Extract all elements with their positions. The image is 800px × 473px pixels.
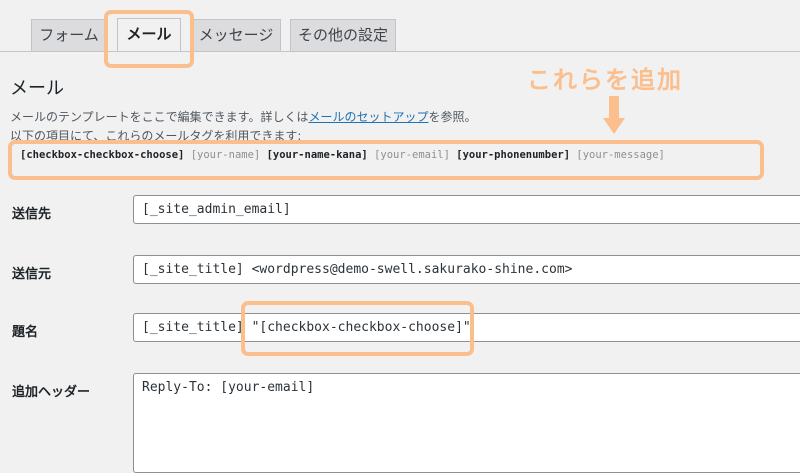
mail-setup-link[interactable]: メールのセットアップ xyxy=(308,110,428,124)
mail-tags-highlight xyxy=(8,140,764,180)
mail-description: メールのテンプレートをここで編集できます。詳しくはメールのセットアップを参照。 xyxy=(10,108,476,125)
additional-headers-label: 追加ヘッダー xyxy=(12,385,91,400)
mail-tab-highlight xyxy=(104,10,194,68)
subject-label: 題名 xyxy=(12,325,39,340)
tab-form[interactable]: フォーム xyxy=(31,19,107,51)
annotation-text: これらを追加 xyxy=(527,66,683,94)
subject-highlight xyxy=(241,301,474,356)
tab-other-settings[interactable]: その他の設定 xyxy=(290,19,396,51)
to-label: 送信先 xyxy=(12,207,52,222)
tab-messages[interactable]: メッセージ xyxy=(191,19,281,51)
from-label: 送信元 xyxy=(12,267,52,282)
description-suffix: を参照。 xyxy=(428,110,477,124)
to-field[interactable]: [_site_admin_email] xyxy=(133,195,800,224)
arrow-down-icon xyxy=(603,96,625,134)
description-text: メールのテンプレートをここで編集できます。詳しくは xyxy=(10,110,309,124)
additional-headers-textarea[interactable]: Reply-To: [your-email] xyxy=(133,373,800,473)
section-title: メール xyxy=(10,78,64,99)
from-field[interactable]: [_site_title] <wordpress@demo-swell.saku… xyxy=(133,255,800,284)
